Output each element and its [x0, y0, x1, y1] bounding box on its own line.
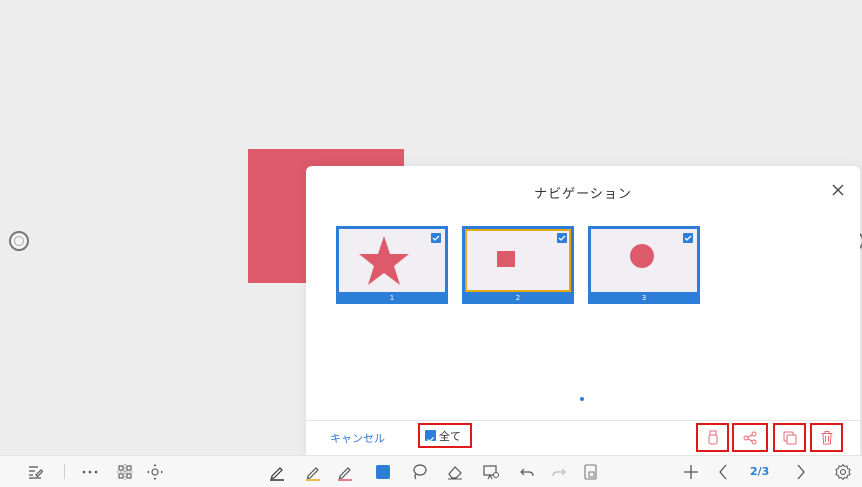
undo-icon[interactable]	[516, 462, 538, 482]
checkbox-icon[interactable]	[557, 233, 567, 243]
next-page-icon[interactable]	[792, 462, 810, 482]
apps-icon[interactable]	[114, 462, 136, 482]
bottom-toolbar: 2/3	[0, 455, 862, 487]
usb-icon	[708, 430, 717, 444]
settings-gear-icon[interactable]	[832, 462, 854, 482]
share-icon	[743, 431, 757, 444]
page-indicator: 2/3	[750, 465, 770, 478]
circle-shape	[630, 244, 654, 268]
presenter-icon[interactable]	[480, 462, 502, 482]
page-thumbnail-2[interactable]: 2	[462, 226, 574, 304]
panel-title: ナビゲーション	[534, 187, 632, 202]
share-button[interactable]	[732, 423, 768, 452]
page-sorter-icon[interactable]	[580, 462, 602, 482]
page-number: 1	[336, 292, 448, 304]
page-number: 3	[588, 292, 700, 304]
navigation-panel: ナビゲーション 1 2 3 キャンセル 全て	[306, 166, 860, 455]
previous-page-icon[interactable]	[714, 462, 732, 482]
redo-icon[interactable]	[548, 462, 570, 482]
page-number: 2	[462, 292, 574, 304]
notes-icon[interactable]	[24, 462, 46, 482]
select-all-checkbox[interactable]: 全て	[418, 423, 472, 448]
page-thumbnail-1[interactable]: 1	[336, 226, 448, 304]
fill-color-icon[interactable]	[372, 462, 394, 482]
highlighter-icon[interactable]	[302, 462, 324, 482]
toolbar-divider	[64, 464, 65, 479]
select-all-label: 全て	[439, 429, 461, 443]
panel-footer: キャンセル 全て	[306, 420, 860, 455]
marker-icon[interactable]	[334, 462, 356, 482]
duplicate-button[interactable]	[773, 423, 806, 452]
square-shape	[497, 251, 515, 267]
copy-icon	[783, 431, 796, 444]
add-page-icon[interactable]	[680, 462, 702, 482]
pagination-dot	[580, 397, 584, 401]
pen-icon[interactable]	[266, 462, 288, 482]
save-to-usb-button[interactable]	[696, 423, 729, 452]
star-shape	[359, 236, 409, 285]
whiteboard-canvas[interactable]: ナビゲーション 1 2 3 キャンセル 全て	[0, 0, 862, 455]
cancel-button[interactable]: キャンセル	[330, 430, 385, 446]
delete-button[interactable]	[810, 423, 843, 452]
trash-icon	[821, 430, 832, 444]
close-icon[interactable]	[830, 182, 846, 198]
left-page-handle[interactable]	[9, 231, 29, 251]
more-icon[interactable]	[80, 462, 100, 482]
eraser-icon[interactable]	[444, 462, 466, 482]
page-thumbnail-3[interactable]: 3	[588, 226, 700, 304]
checkbox-icon[interactable]	[683, 233, 693, 243]
checkbox-icon	[425, 430, 436, 443]
lasso-icon[interactable]	[408, 462, 430, 482]
checkbox-icon[interactable]	[431, 233, 441, 243]
move-icon[interactable]	[144, 462, 166, 482]
